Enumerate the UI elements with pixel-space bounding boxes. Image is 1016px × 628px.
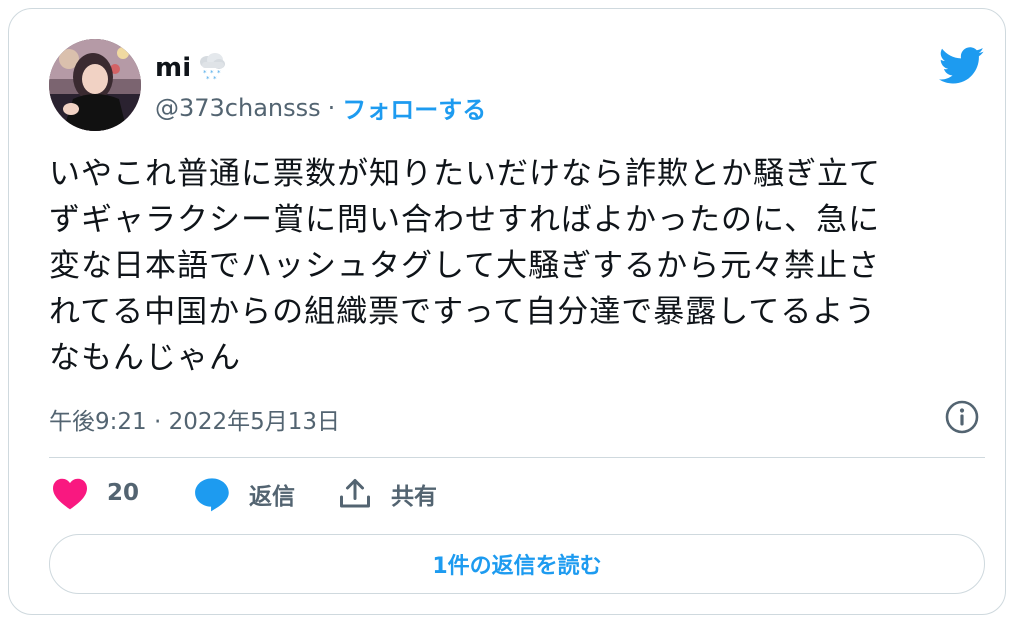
like-button[interactable]: 20 bbox=[51, 476, 139, 510]
twitter-bird-icon[interactable] bbox=[938, 47, 985, 85]
tweet-text: いやこれ普通に票数が知りたいだけなら詐欺とか騒ぎ立て ずギャラクシー賞に問い合わ… bbox=[49, 156, 881, 376]
separator: · bbox=[327, 93, 336, 122]
share-label: 共有 bbox=[391, 484, 437, 510]
avatar[interactable] bbox=[49, 39, 141, 131]
reply-label: 返信 bbox=[249, 484, 295, 510]
snow-cloud-icon: * * * * * bbox=[195, 49, 229, 87]
svg-text:*: * bbox=[213, 75, 217, 83]
svg-text:*: * bbox=[206, 75, 210, 83]
like-count: 20 bbox=[107, 480, 140, 506]
display-name[interactable]: mi bbox=[155, 53, 191, 83]
divider bbox=[49, 457, 985, 458]
read-replies-button[interactable]: 1件の返信を読む bbox=[49, 534, 985, 594]
reply-button[interactable]: 返信 bbox=[193, 476, 295, 512]
heart-icon bbox=[53, 478, 87, 510]
tweet-card: mi * * * * * @373chansss · フォローする いやこれ普通… bbox=[8, 8, 1006, 615]
reply-bubble-icon bbox=[195, 478, 229, 512]
info-icon[interactable] bbox=[944, 399, 980, 435]
tweet-timestamp[interactable]: 午後9:21 · 2022年5月13日 bbox=[49, 402, 340, 436]
user-handle[interactable]: @373chansss bbox=[155, 94, 321, 122]
svg-text:*: * bbox=[217, 69, 221, 77]
share-upload-icon bbox=[340, 479, 370, 508]
share-button[interactable]: 共有 bbox=[337, 476, 437, 512]
follow-button[interactable]: フォローする bbox=[342, 90, 486, 125]
